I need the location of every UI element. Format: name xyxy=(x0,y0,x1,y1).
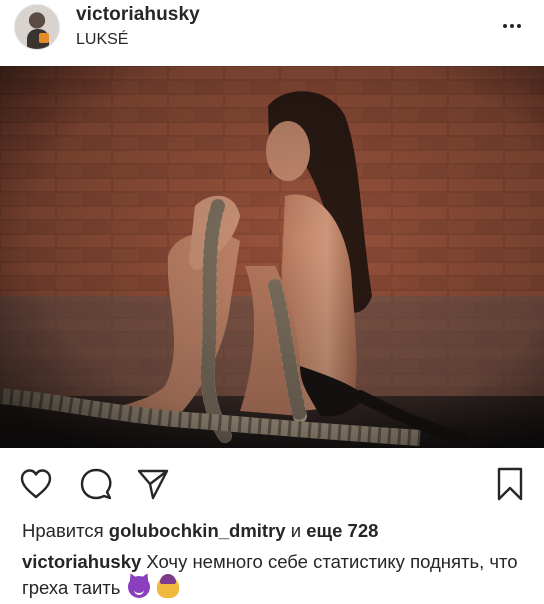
avatar-accent xyxy=(39,33,49,43)
bookmark-outline-icon[interactable] xyxy=(492,466,528,502)
person-shrugging-emoji xyxy=(156,574,179,598)
post-username[interactable]: victoriahusky xyxy=(76,4,200,26)
likes-line: Нравится golubochkin_dmitry и еще 728 xyxy=(22,520,378,542)
post-location[interactable]: LUKSÉ xyxy=(76,31,128,49)
post-actions xyxy=(0,460,544,510)
post-header: victoriahusky LUKSÉ xyxy=(0,0,544,66)
smiling-devil-emoji xyxy=(127,576,150,598)
more-dot xyxy=(517,24,521,28)
likes-prefix: Нравится xyxy=(22,520,104,541)
post-caption: victoriahusky Хочу немного себе статисти… xyxy=(22,549,522,601)
more-options-icon[interactable] xyxy=(496,14,528,38)
more-dot xyxy=(503,24,507,28)
comment-bubble-icon[interactable] xyxy=(78,466,114,502)
liker-username[interactable]: golubochkin_dmitry xyxy=(109,520,286,541)
likes-and: и xyxy=(290,520,302,541)
likes-count-link[interactable]: еще 728 xyxy=(306,520,378,541)
photo-illustration xyxy=(0,66,544,448)
paper-plane-icon[interactable] xyxy=(135,466,171,502)
post-photo[interactable] xyxy=(0,66,544,448)
avatar[interactable] xyxy=(14,4,60,50)
caption-username[interactable]: victoriahusky xyxy=(22,551,141,572)
heart-outline-icon[interactable] xyxy=(18,466,54,502)
more-dot xyxy=(510,24,514,28)
